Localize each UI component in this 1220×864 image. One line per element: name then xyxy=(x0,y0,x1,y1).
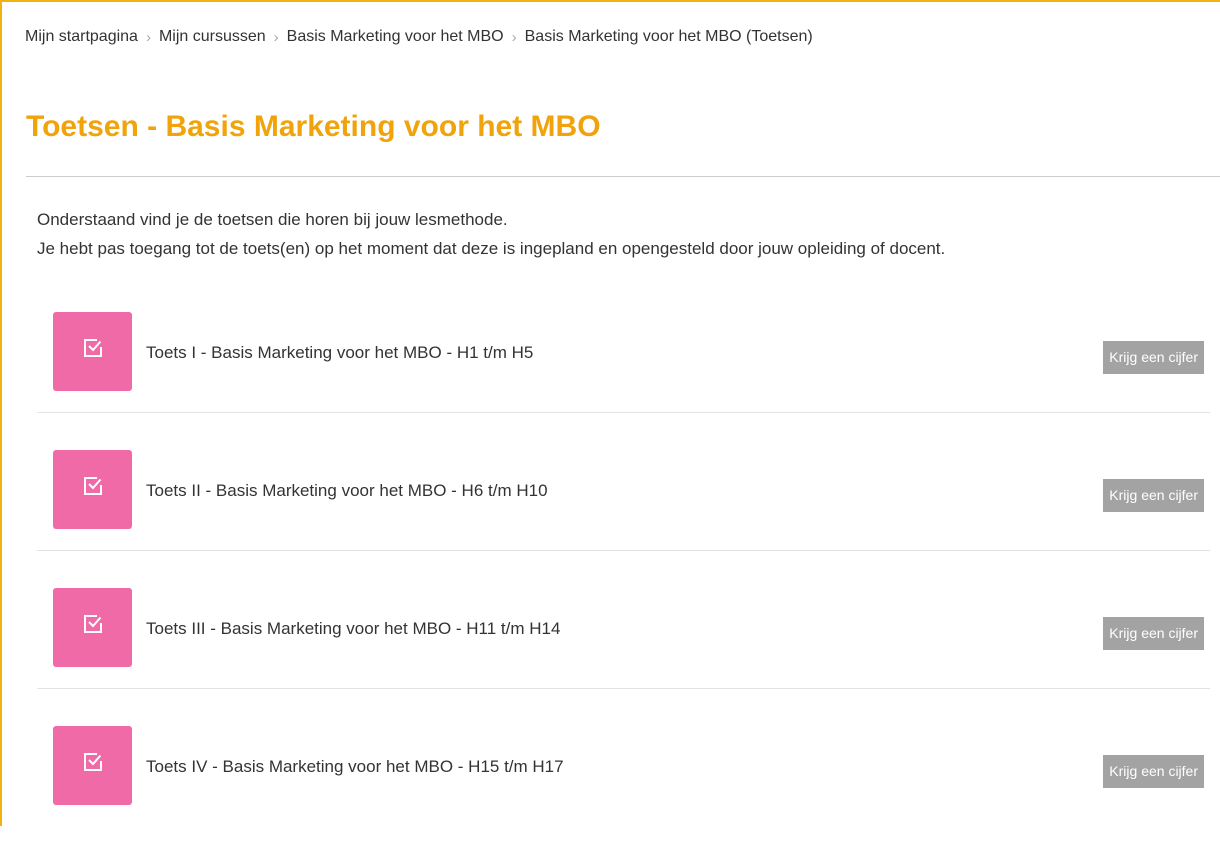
test-name-link[interactable]: Toets III - Basis Marketing voor het MBO… xyxy=(146,619,560,639)
intro-text: Onderstaand vind je de toetsen die horen… xyxy=(37,205,945,263)
test-row: Toets I - Basis Marketing voor het MBO -… xyxy=(37,312,1210,450)
page-title: Toetsen - Basis Marketing voor het MBO xyxy=(26,110,601,143)
checkbox-check-icon xyxy=(83,752,103,772)
test-name-link[interactable]: Toets IV - Basis Marketing voor het MBO … xyxy=(146,757,564,777)
row-divider xyxy=(37,688,1210,689)
get-grade-button[interactable]: Krijg een cijfer xyxy=(1103,341,1204,374)
row-divider xyxy=(37,412,1210,413)
breadcrumb-item-course[interactable]: Basis Marketing voor het MBO xyxy=(287,28,504,46)
get-grade-button[interactable]: Krijg een cijfer xyxy=(1103,755,1204,788)
get-grade-button[interactable]: Krijg een cijfer xyxy=(1103,479,1204,512)
get-grade-button[interactable]: Krijg een cijfer xyxy=(1103,617,1204,650)
test-icon-tile[interactable] xyxy=(53,450,132,529)
intro-line-1: Onderstaand vind je de toetsen die horen… xyxy=(37,210,508,229)
test-icon-tile[interactable] xyxy=(53,588,132,667)
title-divider xyxy=(26,176,1220,177)
test-name-link[interactable]: Toets II - Basis Marketing voor het MBO … xyxy=(146,481,548,501)
test-icon-tile[interactable] xyxy=(53,312,132,391)
breadcrumb-item-my-courses[interactable]: Mijn cursussen xyxy=(159,28,266,46)
checkbox-check-icon xyxy=(83,338,103,358)
test-row: Toets III - Basis Marketing voor het MBO… xyxy=(37,588,1210,726)
checkbox-check-icon xyxy=(83,614,103,634)
breadcrumb-item-home[interactable]: Mijn startpagina xyxy=(25,28,138,46)
breadcrumb-separator: › xyxy=(511,28,517,46)
test-row: Toets II - Basis Marketing voor het MBO … xyxy=(37,450,1210,588)
breadcrumb-separator: › xyxy=(145,28,151,46)
intro-line-2: Je hebt pas toegang tot de toets(en) op … xyxy=(37,239,946,258)
row-divider xyxy=(37,550,1210,551)
breadcrumb: Mijn startpagina › Mijn cursussen › Basi… xyxy=(25,28,813,46)
test-name-link[interactable]: Toets I - Basis Marketing voor het MBO -… xyxy=(146,343,533,363)
breadcrumb-item-current[interactable]: Basis Marketing voor het MBO (Toetsen) xyxy=(525,28,813,46)
breadcrumb-separator: › xyxy=(273,28,279,46)
checkbox-check-icon xyxy=(83,476,103,496)
test-icon-tile[interactable] xyxy=(53,726,132,805)
test-row: Toets IV - Basis Marketing voor het MBO … xyxy=(37,726,1210,864)
